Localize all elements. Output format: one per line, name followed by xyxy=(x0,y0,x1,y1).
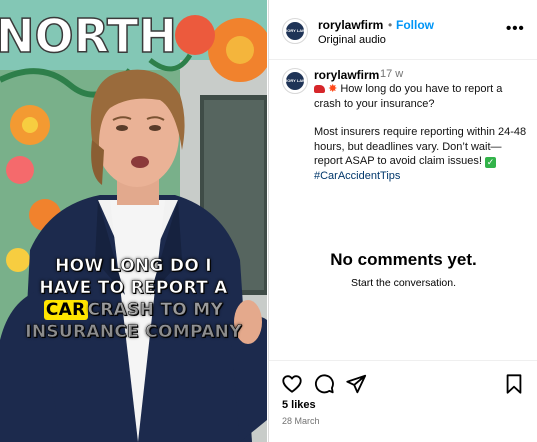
header-username[interactable]: rorylawfirm xyxy=(318,18,383,32)
caption-username[interactable]: rorylawfirm xyxy=(314,68,379,82)
likes-count[interactable]: 5 likes xyxy=(282,399,316,411)
caption-line-4: INSURANCE COMPANY xyxy=(25,322,242,343)
post-header: RORY LAW rorylawfirm • Follow Original a… xyxy=(269,0,537,60)
hashtag-link[interactable]: #CarAccidentTips xyxy=(314,169,528,184)
original-audio-link[interactable]: Original audio xyxy=(318,34,386,46)
post-date[interactable]: 28 March xyxy=(282,416,320,426)
caption-line-3: CAR CRASH TO MY xyxy=(0,300,267,320)
caption-paragraph-2: Most insurers require reporting within 2… xyxy=(314,125,528,169)
bookmark-icon[interactable] xyxy=(503,373,525,395)
heart-icon[interactable] xyxy=(281,373,303,395)
comment-icon[interactable] xyxy=(313,373,335,395)
instagram-post-modal: NORTH HOW LONG DO I HAVE TO REPORT A CAR… xyxy=(0,0,537,442)
action-bar: 5 likes 28 March xyxy=(269,360,537,442)
no-comments-subtitle: Start the conversation. xyxy=(350,277,457,289)
caption-line-2: HAVE TO REPORT A xyxy=(39,278,228,299)
avatar[interactable]: RORY LAW xyxy=(282,18,308,44)
caption-line-1: How long do you have to report a crash t… xyxy=(314,83,503,110)
mural-text: NORTH xyxy=(0,9,177,63)
car-emoji-icon xyxy=(314,85,325,93)
no-comments-title: No comments yet. xyxy=(330,250,477,269)
post-sidebar: RORY LAW rorylawfirm • Follow Original a… xyxy=(268,0,537,442)
caption-highlight-word: CAR xyxy=(43,300,88,320)
caption-text: ✸ How long do you have to report a crash… xyxy=(314,82,528,183)
header-separator: • xyxy=(388,18,393,32)
caption-line-3-rest: CRASH TO MY xyxy=(87,300,224,321)
more-options-icon[interactable]: ••• xyxy=(506,20,525,37)
avatar-text: RORY LAW xyxy=(284,28,306,33)
avatar-text: RORY LAW xyxy=(284,78,306,83)
share-icon[interactable] xyxy=(345,373,367,395)
avatar[interactable]: RORY LAW xyxy=(282,68,308,94)
post-time-ago[interactable]: 17 w xyxy=(380,68,403,80)
collision-emoji-icon: ✸ xyxy=(328,83,338,95)
follow-button[interactable]: Follow xyxy=(396,18,434,32)
caption-paragraph-1: ✸ How long do you have to report a crash… xyxy=(314,82,528,111)
video-player[interactable]: NORTH HOW LONG DO I HAVE TO REPORT A CAR… xyxy=(0,0,267,442)
video-frame: NORTH xyxy=(0,0,267,442)
check-mark-emoji-icon: ✓ xyxy=(485,157,496,168)
caption-line-1: HOW LONG DO I xyxy=(55,256,212,277)
